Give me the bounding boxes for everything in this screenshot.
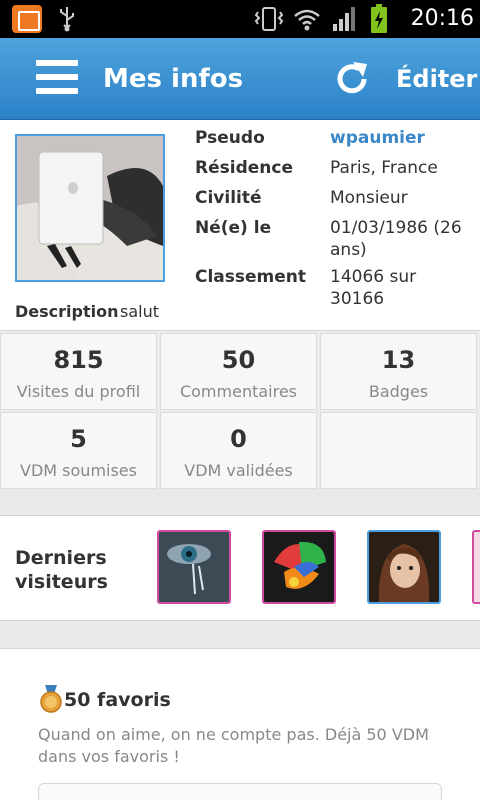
info-value: 01/03/1986 (26 ans) <box>330 218 462 260</box>
usb-icon <box>60 7 74 32</box>
visitor-photo <box>264 532 334 602</box>
avatar-photo <box>17 136 163 280</box>
info-label: Né(e) le <box>195 218 272 238</box>
stat-comments[interactable]: 50 Commentaires <box>160 333 317 410</box>
stat-value: 0 <box>230 425 247 453</box>
status-bar: 20:16 <box>0 0 480 38</box>
avatar[interactable] <box>15 134 165 282</box>
description-label: Description <box>15 302 119 321</box>
stat-label: Commentaires <box>179 382 298 401</box>
stat-empty-cell <box>320 412 477 489</box>
stat-label: Badges <box>368 382 429 401</box>
info-value: Monsieur <box>330 188 408 208</box>
visitor-thumbnail[interactable] <box>367 530 441 604</box>
info-label: Pseudo <box>195 128 265 148</box>
stats-grid: 815 Visites du profil 50 Commentaires 13… <box>0 330 480 489</box>
stat-badges[interactable]: 13 Badges <box>320 333 477 410</box>
page-title: Mes infos <box>103 64 244 94</box>
clock: 20:16 <box>410 6 474 31</box>
signal-icon <box>333 7 355 31</box>
stat-vdm-submitted[interactable]: 5 VDM soumises <box>0 412 157 489</box>
visitor-photo <box>159 532 229 602</box>
menu-icon[interactable] <box>36 60 78 98</box>
stat-label: Visites du profil <box>16 382 141 401</box>
badge-title: 50 favoris <box>64 689 171 711</box>
battery-charging-icon <box>371 4 387 33</box>
stat-profile-visits[interactable]: 815 Visites du profil <box>0 333 157 410</box>
visitor-thumbnail[interactable] <box>262 530 336 604</box>
stat-label: VDM validées <box>184 461 293 480</box>
badge-card: 50 favoris Quand on aime, on ne compte p… <box>0 648 480 800</box>
edit-button[interactable]: Éditer <box>396 58 477 100</box>
action-bar: Mes infos Éditer <box>0 38 480 120</box>
next-card <box>38 783 442 800</box>
section-title: Derniers visiteurs <box>15 547 108 593</box>
visitor-photo <box>474 532 480 602</box>
visitor-thumbnail[interactable] <box>472 530 480 604</box>
stat-label: VDM soumises <box>20 461 137 480</box>
info-label: Civilité <box>195 188 262 208</box>
stat-value: 815 <box>53 346 104 374</box>
info-value: 14066 sur 30166 <box>330 267 417 309</box>
medal-icon <box>40 685 62 713</box>
stat-value: 5 <box>70 425 87 453</box>
stat-value: 50 <box>221 346 256 374</box>
stat-value: 13 <box>381 346 416 374</box>
pseudo-link[interactable]: wpaumier <box>330 127 475 149</box>
recent-visitors: Derniers visiteurs <box>0 515 480 621</box>
app-notification-icon[interactable] <box>12 5 42 33</box>
visitor-thumbnail[interactable] <box>157 530 231 604</box>
refresh-icon[interactable] <box>331 58 373 100</box>
visitor-photo <box>369 532 439 602</box>
wifi-icon <box>294 9 320 31</box>
badge-description: Quand on aime, on ne compte pas. Déjà 50… <box>38 725 429 766</box>
info-label: Classement <box>195 267 307 287</box>
stat-vdm-validated[interactable]: 0 VDM validées <box>160 412 317 489</box>
vibrate-icon <box>254 7 284 31</box>
info-label: Résidence <box>195 158 293 178</box>
description-value: salut <box>120 302 159 321</box>
profile-card: Pseudo wpaumier Résidence Paris, France … <box>0 120 480 330</box>
info-value: Paris, France <box>330 158 438 178</box>
